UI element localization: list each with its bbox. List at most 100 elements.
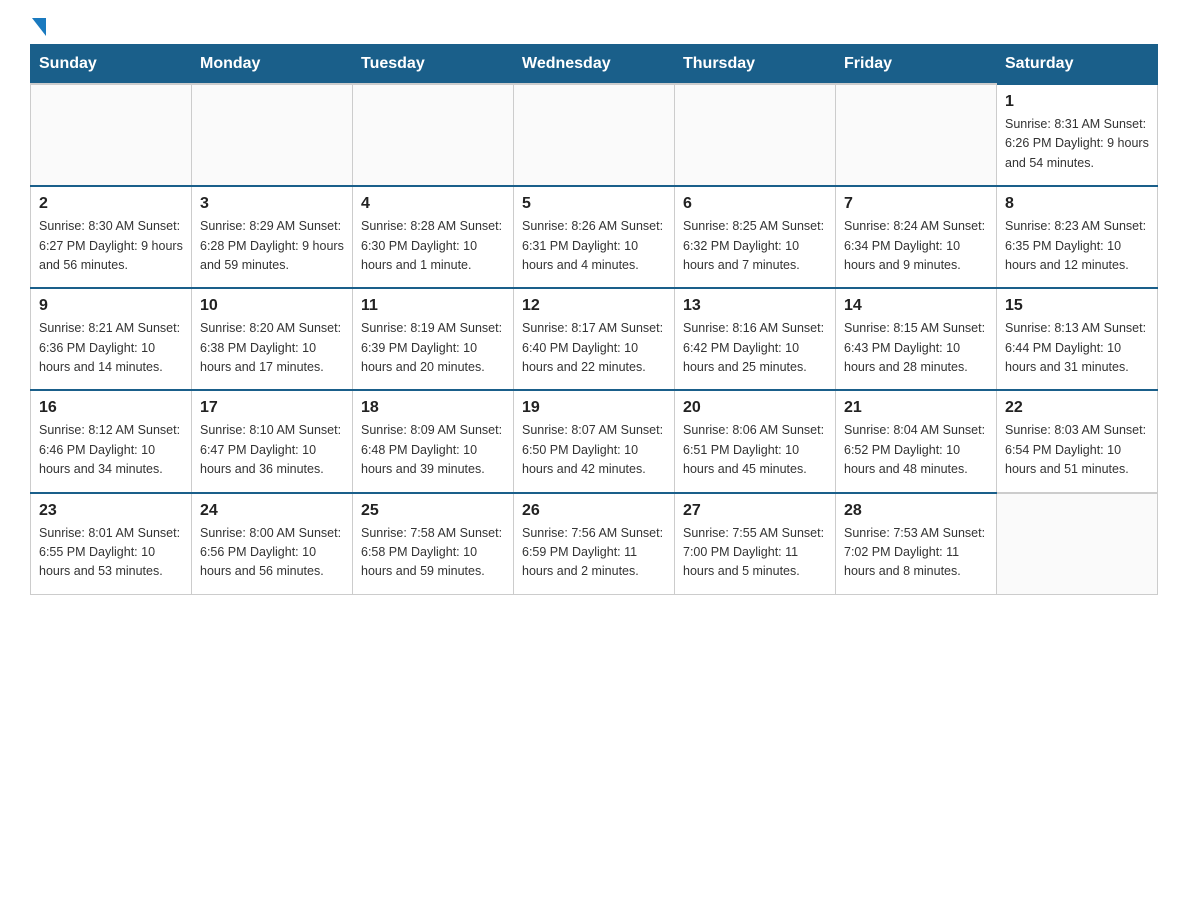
day-info: Sunrise: 7:58 AM Sunset: 6:58 PM Dayligh… xyxy=(361,524,505,582)
calendar-table: SundayMondayTuesdayWednesdayThursdayFrid… xyxy=(30,44,1158,595)
calendar-header: SundayMondayTuesdayWednesdayThursdayFrid… xyxy=(31,45,1158,85)
day-info: Sunrise: 8:16 AM Sunset: 6:42 PM Dayligh… xyxy=(683,319,827,377)
day-info: Sunrise: 7:56 AM Sunset: 6:59 PM Dayligh… xyxy=(522,524,666,582)
col-header-saturday: Saturday xyxy=(997,45,1158,85)
day-cell xyxy=(353,84,514,186)
logo xyxy=(30,20,46,34)
day-number: 12 xyxy=(522,297,666,315)
day-number: 4 xyxy=(361,195,505,213)
day-info: Sunrise: 8:07 AM Sunset: 6:50 PM Dayligh… xyxy=(522,421,666,479)
day-cell: 4 Sunrise: 8:28 AM Sunset: 6:30 PM Daylig… xyxy=(353,186,514,288)
day-number: 16 xyxy=(39,399,183,417)
week-row-0: 1 Sunrise: 8:31 AM Sunset: 6:26 PM Daylig… xyxy=(31,84,1158,186)
day-cell xyxy=(514,84,675,186)
day-info: Sunrise: 8:13 AM Sunset: 6:44 PM Dayligh… xyxy=(1005,319,1149,377)
day-cell: 13Sunrise: 8:16 AM Sunset: 6:42 PM Dayli… xyxy=(675,288,836,390)
day-number: 27 xyxy=(683,502,827,520)
day-number: 17 xyxy=(200,399,344,417)
day-cell: 11 Sunrise: 8:19 AM Sunset: 6:39 PM Dayli… xyxy=(353,288,514,390)
day-number: 6 xyxy=(683,195,827,213)
day-number: 8 xyxy=(1005,195,1149,213)
day-info: Sunrise: 8:21 AM Sunset: 6:36 PM Dayligh… xyxy=(39,319,183,377)
day-number: 7 xyxy=(844,195,988,213)
day-cell: 28 Sunrise: 7:53 AM Sunset: 7:02 PM Dayli… xyxy=(836,493,997,595)
day-number: 2 xyxy=(39,195,183,213)
day-cell: 27 Sunrise: 7:55 AM Sunset: 7:00 PM Dayli… xyxy=(675,493,836,595)
day-cell: 17 Sunrise: 8:10 AM Sunset: 6:47 PM Dayli… xyxy=(192,390,353,492)
day-cell: 14 Sunrise: 8:15 AM Sunset: 6:43 PM Dayli… xyxy=(836,288,997,390)
day-info: Sunrise: 8:24 AM Sunset: 6:34 PM Dayligh… xyxy=(844,217,988,275)
day-info: Sunrise: 8:28 AM Sunset: 6:30 PM Dayligh… xyxy=(361,217,505,275)
logo-triangle-icon xyxy=(32,18,46,36)
day-cell xyxy=(31,84,192,186)
day-number: 22 xyxy=(1005,399,1149,417)
day-cell: 1 Sunrise: 8:31 AM Sunset: 6:26 PM Daylig… xyxy=(997,84,1158,186)
day-cell: 8 Sunrise: 8:23 AM Sunset: 6:35 PM Daylig… xyxy=(997,186,1158,288)
day-number: 11 xyxy=(361,297,505,315)
day-info: Sunrise: 8:17 AM Sunset: 6:40 PM Dayligh… xyxy=(522,319,666,377)
day-info: Sunrise: 8:06 AM Sunset: 6:51 PM Dayligh… xyxy=(683,421,827,479)
day-info: Sunrise: 8:30 AM Sunset: 6:27 PM Dayligh… xyxy=(39,217,183,275)
week-row-1: 2 Sunrise: 8:30 AM Sunset: 6:27 PM Daylig… xyxy=(31,186,1158,288)
day-info: Sunrise: 8:19 AM Sunset: 6:39 PM Dayligh… xyxy=(361,319,505,377)
day-info: Sunrise: 8:23 AM Sunset: 6:35 PM Dayligh… xyxy=(1005,217,1149,275)
day-number: 23 xyxy=(39,502,183,520)
col-header-tuesday: Tuesday xyxy=(353,45,514,85)
day-cell: 2 Sunrise: 8:30 AM Sunset: 6:27 PM Daylig… xyxy=(31,186,192,288)
logo-line1 xyxy=(30,20,46,38)
day-number: 14 xyxy=(844,297,988,315)
day-cell xyxy=(836,84,997,186)
day-number: 3 xyxy=(200,195,344,213)
day-cell: 25 Sunrise: 7:58 AM Sunset: 6:58 PM Dayli… xyxy=(353,493,514,595)
day-info: Sunrise: 8:20 AM Sunset: 6:38 PM Dayligh… xyxy=(200,319,344,377)
day-cell: 22 Sunrise: 8:03 AM Sunset: 6:54 PM Dayli… xyxy=(997,390,1158,492)
week-row-4: 23 Sunrise: 8:01 AM Sunset: 6:55 PM Dayli… xyxy=(31,493,1158,595)
day-info: Sunrise: 8:00 AM Sunset: 6:56 PM Dayligh… xyxy=(200,524,344,582)
week-row-2: 9 Sunrise: 8:21 AM Sunset: 6:36 PM Daylig… xyxy=(31,288,1158,390)
day-cell: 18Sunrise: 8:09 AM Sunset: 6:48 PM Dayli… xyxy=(353,390,514,492)
day-number: 1 xyxy=(1005,93,1149,111)
day-cell xyxy=(997,493,1158,595)
day-cell xyxy=(675,84,836,186)
day-info: Sunrise: 8:31 AM Sunset: 6:26 PM Dayligh… xyxy=(1005,115,1149,173)
day-number: 19 xyxy=(522,399,666,417)
page-header xyxy=(30,20,1158,34)
day-cell: 24Sunrise: 8:00 AM Sunset: 6:56 PM Dayli… xyxy=(192,493,353,595)
day-number: 28 xyxy=(844,502,988,520)
day-info: Sunrise: 8:09 AM Sunset: 6:48 PM Dayligh… xyxy=(361,421,505,479)
day-info: Sunrise: 8:03 AM Sunset: 6:54 PM Dayligh… xyxy=(1005,421,1149,479)
day-cell: 10 Sunrise: 8:20 AM Sunset: 6:38 PM Dayli… xyxy=(192,288,353,390)
day-number: 21 xyxy=(844,399,988,417)
week-row-3: 16 Sunrise: 8:12 AM Sunset: 6:46 PM Dayli… xyxy=(31,390,1158,492)
day-number: 9 xyxy=(39,297,183,315)
day-info: Sunrise: 7:55 AM Sunset: 7:00 PM Dayligh… xyxy=(683,524,827,582)
day-info: Sunrise: 8:10 AM Sunset: 6:47 PM Dayligh… xyxy=(200,421,344,479)
day-info: Sunrise: 8:12 AM Sunset: 6:46 PM Dayligh… xyxy=(39,421,183,479)
day-cell: 23 Sunrise: 8:01 AM Sunset: 6:55 PM Dayli… xyxy=(31,493,192,595)
day-cell: 3 Sunrise: 8:29 AM Sunset: 6:28 PM Daylig… xyxy=(192,186,353,288)
day-number: 15 xyxy=(1005,297,1149,315)
day-info: Sunrise: 8:04 AM Sunset: 6:52 PM Dayligh… xyxy=(844,421,988,479)
day-cell: 15 Sunrise: 8:13 AM Sunset: 6:44 PM Dayli… xyxy=(997,288,1158,390)
day-cell: 16 Sunrise: 8:12 AM Sunset: 6:46 PM Dayli… xyxy=(31,390,192,492)
day-number: 20 xyxy=(683,399,827,417)
day-info: Sunrise: 7:53 AM Sunset: 7:02 PM Dayligh… xyxy=(844,524,988,582)
day-cell: 12 Sunrise: 8:17 AM Sunset: 6:40 PM Dayli… xyxy=(514,288,675,390)
day-cell: 20 Sunrise: 8:06 AM Sunset: 6:51 PM Dayli… xyxy=(675,390,836,492)
day-info: Sunrise: 8:26 AM Sunset: 6:31 PM Dayligh… xyxy=(522,217,666,275)
day-cell: 5 Sunrise: 8:26 AM Sunset: 6:31 PM Daylig… xyxy=(514,186,675,288)
day-info: Sunrise: 8:29 AM Sunset: 6:28 PM Dayligh… xyxy=(200,217,344,275)
day-number: 5 xyxy=(522,195,666,213)
day-cell: 26 Sunrise: 7:56 AM Sunset: 6:59 PM Dayli… xyxy=(514,493,675,595)
day-info: Sunrise: 8:01 AM Sunset: 6:55 PM Dayligh… xyxy=(39,524,183,582)
day-number: 26 xyxy=(522,502,666,520)
calendar-body: 1 Sunrise: 8:31 AM Sunset: 6:26 PM Daylig… xyxy=(31,84,1158,594)
day-cell: 21 Sunrise: 8:04 AM Sunset: 6:52 PM Dayli… xyxy=(836,390,997,492)
day-number: 25 xyxy=(361,502,505,520)
day-number: 10 xyxy=(200,297,344,315)
col-header-sunday: Sunday xyxy=(31,45,192,85)
col-header-wednesday: Wednesday xyxy=(514,45,675,85)
day-cell: 7 Sunrise: 8:24 AM Sunset: 6:34 PM Daylig… xyxy=(836,186,997,288)
day-info: Sunrise: 8:25 AM Sunset: 6:32 PM Dayligh… xyxy=(683,217,827,275)
day-info: Sunrise: 8:15 AM Sunset: 6:43 PM Dayligh… xyxy=(844,319,988,377)
